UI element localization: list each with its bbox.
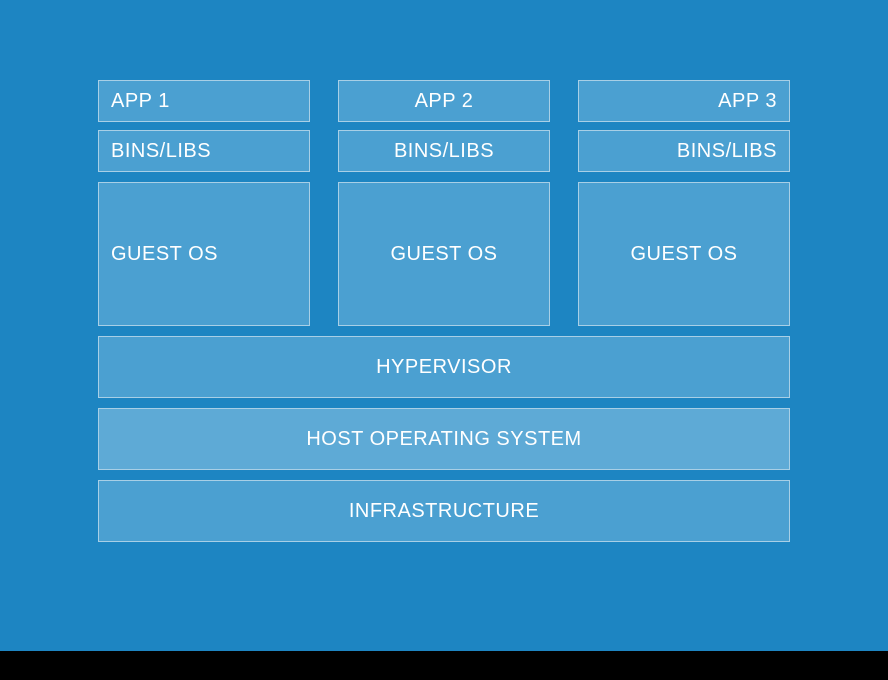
vm-column-1: APP 1 BINS/LIBS GUEST OS [98, 80, 310, 336]
guest-os-box-2: GUEST OS [338, 182, 550, 326]
guest-os-box-1: GUEST OS [98, 182, 310, 326]
bins-libs-box-2: BINS/LIBS [338, 130, 550, 172]
base-stack: HYPERVISOR HOST OPERATING SYSTEM INFRAST… [98, 336, 790, 552]
vm-columns: APP 1 BINS/LIBS GUEST OS APP 2 BINS/LIBS… [98, 80, 790, 336]
vm-architecture-diagram: APP 1 BINS/LIBS GUEST OS APP 2 BINS/LIBS… [0, 0, 888, 651]
hypervisor-box: HYPERVISOR [98, 336, 790, 398]
bins-libs-box-3: BINS/LIBS [578, 130, 790, 172]
infrastructure-box: INFRASTRUCTURE [98, 480, 790, 542]
host-os-box: HOST OPERATING SYSTEM [98, 408, 790, 470]
guest-os-box-3: GUEST OS [578, 182, 790, 326]
app-box-3: APP 3 [578, 80, 790, 122]
vm-column-2: APP 2 BINS/LIBS GUEST OS [338, 80, 550, 336]
app-box-2: APP 2 [338, 80, 550, 122]
app-box-1: APP 1 [98, 80, 310, 122]
vm-column-3: APP 3 BINS/LIBS GUEST OS [578, 80, 790, 336]
bins-libs-box-1: BINS/LIBS [98, 130, 310, 172]
